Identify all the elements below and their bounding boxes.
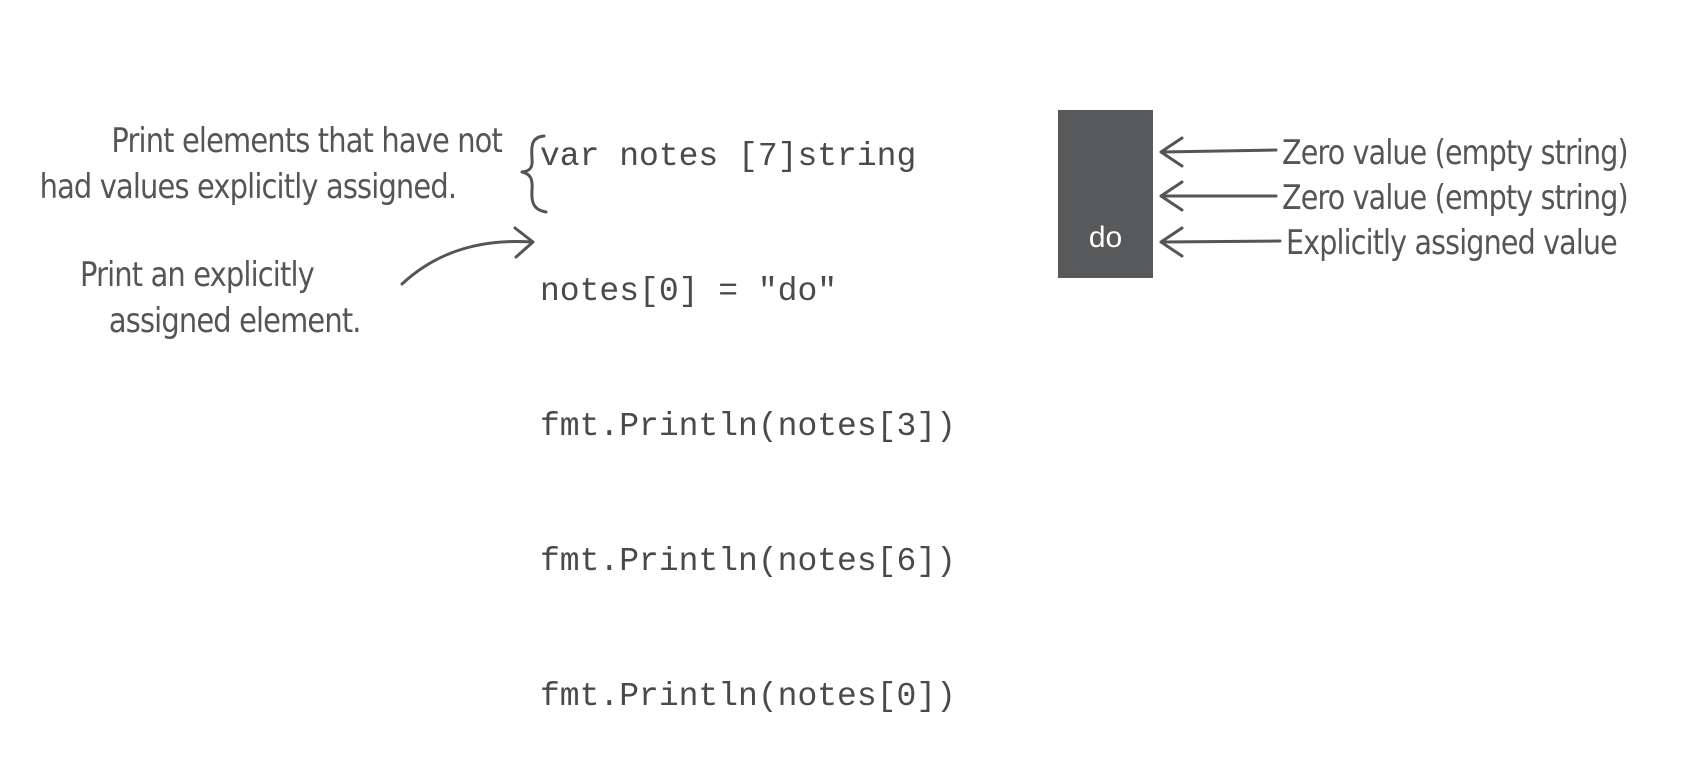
code-line-print-index-3: fmt.Println(notes[3])	[540, 408, 956, 445]
annotation-strokes	[400, 134, 1282, 286]
arrow-zero-value-1	[1160, 148, 1278, 154]
curved-arrow-to-print-0	[400, 239, 534, 286]
code-line-print-index-0: fmt.Println(notes[0])	[540, 678, 956, 715]
arrow-assigned-value	[1160, 239, 1282, 244]
code-line-print-index-6: fmt.Println(notes[6])	[540, 543, 956, 580]
curly-brace-icon	[520, 134, 548, 214]
